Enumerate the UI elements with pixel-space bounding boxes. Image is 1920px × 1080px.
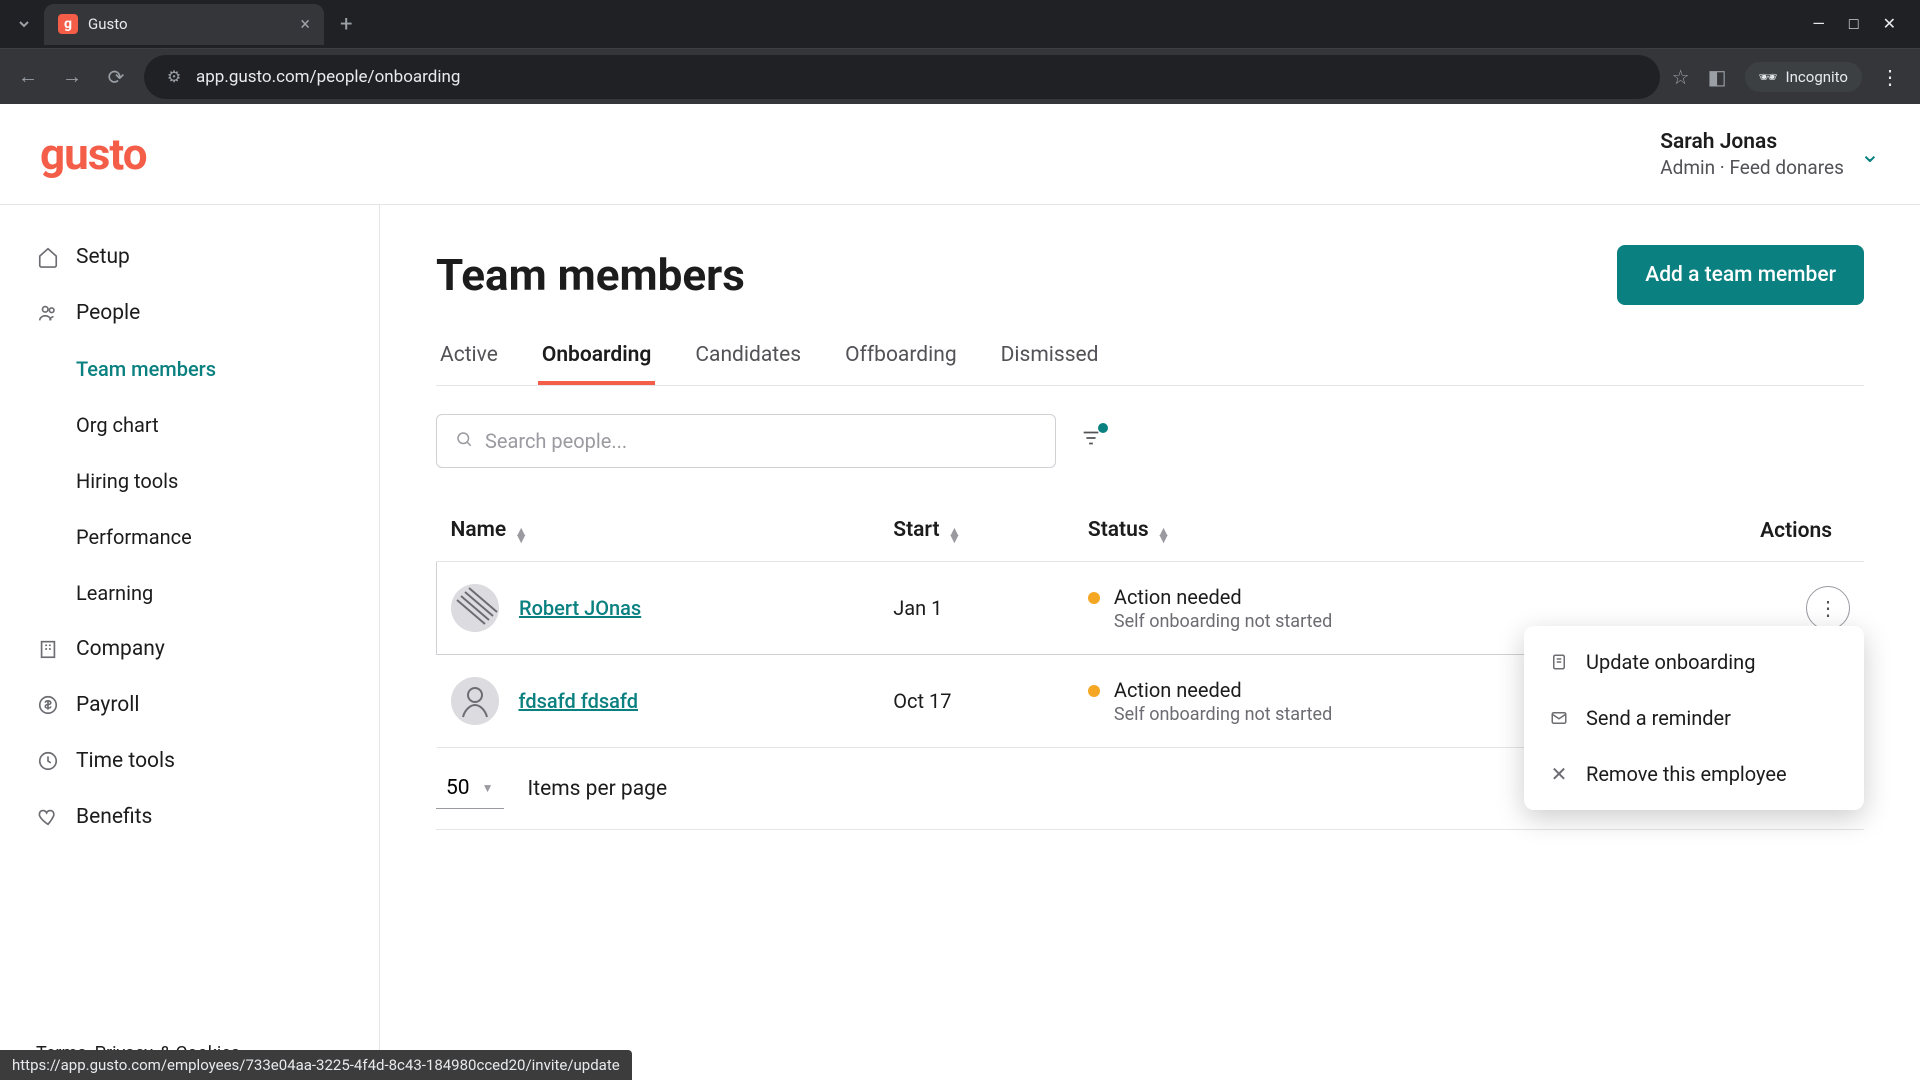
- column-status[interactable]: Status▲▼: [1074, 500, 1625, 562]
- tab-offboarding[interactable]: Offboarding: [841, 329, 961, 385]
- window-controls: — □ ✕: [1812, 14, 1912, 34]
- tab-title: Gusto: [88, 15, 290, 33]
- tab-dismissed[interactable]: Dismissed: [997, 329, 1103, 385]
- page-size-label: Items per page: [528, 777, 668, 801]
- sidebar-item-payroll[interactable]: Payroll: [0, 677, 379, 733]
- sort-icon: ▲▼: [514, 529, 528, 543]
- minimize-icon[interactable]: —: [1812, 14, 1825, 34]
- close-icon: ✕: [1548, 762, 1570, 786]
- tab-candidates[interactable]: Candidates: [691, 329, 805, 385]
- mail-icon: [1548, 709, 1570, 727]
- url-text: app.gusto.com/people/onboarding: [196, 67, 460, 87]
- tab-active[interactable]: Active: [436, 329, 502, 385]
- column-name[interactable]: Name▲▼: [437, 500, 880, 562]
- browser-tab-bar: g Gusto × + — □ ✕: [0, 0, 1920, 48]
- column-actions: Actions: [1625, 500, 1864, 562]
- main-content: Team members Add a team member Active On…: [380, 205, 1920, 1080]
- site-info-icon[interactable]: ⚙: [162, 65, 186, 89]
- reload-button[interactable]: ⟳: [100, 61, 132, 93]
- gusto-logo[interactable]: gusto: [40, 128, 147, 180]
- filter-button[interactable]: [1080, 427, 1102, 455]
- sidebar-item-setup[interactable]: Setup: [0, 229, 379, 285]
- status-sub: Self onboarding not started: [1114, 704, 1332, 725]
- column-start[interactable]: Start▲▼: [879, 500, 1074, 562]
- tab-search-dropdown[interactable]: [8, 8, 40, 40]
- maximize-icon[interactable]: □: [1849, 14, 1859, 34]
- search-box[interactable]: [436, 414, 1056, 468]
- table-row: Robert JOnas Jan 1 Action needed Self on…: [437, 562, 1865, 655]
- sidebar-item-team-members[interactable]: Team members: [0, 341, 379, 397]
- status-label: Action needed: [1114, 678, 1332, 702]
- avatar: [451, 584, 499, 632]
- tabs: Active Onboarding Candidates Offboarding…: [436, 329, 1864, 386]
- url-box[interactable]: ⚙ app.gusto.com/people/onboarding: [144, 55, 1660, 99]
- forward-button[interactable]: →: [56, 61, 88, 93]
- sidebar-item-learning[interactable]: Learning: [0, 565, 379, 621]
- sort-icon: ▲▼: [948, 529, 962, 543]
- status-dot-icon: [1088, 685, 1100, 697]
- sidebar-item-people[interactable]: People: [0, 285, 379, 341]
- incognito-badge[interactable]: 🕶 Incognito: [1745, 62, 1863, 92]
- browser-tab[interactable]: g Gusto ×: [44, 4, 324, 45]
- sidebar-item-benefits[interactable]: Benefits: [0, 789, 379, 845]
- sidebar-item-company[interactable]: Company: [0, 621, 379, 677]
- page-size-select[interactable]: 50 ▼: [436, 768, 504, 809]
- user-menu[interactable]: Sarah Jonas Admin · Feed donares ⌄: [1660, 130, 1880, 179]
- panel-icon[interactable]: ◧: [1708, 65, 1727, 89]
- member-name-link[interactable]: fdsafd fdsafd: [519, 689, 639, 713]
- home-icon: [36, 245, 60, 269]
- filter-active-dot: [1098, 423, 1108, 433]
- row-actions-button[interactable]: ⋮: [1806, 586, 1850, 630]
- avatar: [451, 677, 499, 725]
- dropdown-remove-employee[interactable]: ✕ Remove this employee: [1524, 746, 1864, 802]
- back-button[interactable]: ←: [12, 61, 44, 93]
- add-team-member-button[interactable]: Add a team member: [1617, 245, 1864, 305]
- sidebar-item-hiring-tools[interactable]: Hiring tools: [0, 453, 379, 509]
- start-date: Jan 1: [879, 562, 1074, 655]
- member-name-link[interactable]: Robert JOnas: [519, 596, 641, 620]
- new-tab-button[interactable]: +: [328, 12, 364, 37]
- actions-dropdown: Update onboarding Send a reminder ✕ Remo…: [1524, 626, 1864, 810]
- search-icon: [455, 430, 473, 453]
- chevron-down-icon: ⌄: [1860, 140, 1880, 168]
- gusto-favicon-icon: g: [58, 14, 78, 34]
- hover-url-tooltip: https://app.gusto.com/employees/733e04aa…: [0, 1050, 632, 1080]
- document-icon: [1548, 653, 1570, 671]
- user-role: Admin · Feed donares: [1660, 156, 1844, 179]
- team-table: Name▲▼ Start▲▼ Status▲▼ Actions: [436, 500, 1864, 748]
- dropdown-send-reminder[interactable]: Send a reminder: [1524, 690, 1864, 746]
- sort-icon: ▲▼: [1157, 529, 1171, 543]
- close-tab-icon[interactable]: ×: [300, 14, 310, 35]
- sidebar-item-performance[interactable]: Performance: [0, 509, 379, 565]
- browser-menu-icon[interactable]: ⋮: [1880, 65, 1900, 89]
- status-dot-icon: [1088, 592, 1100, 604]
- caret-down-icon: ▼: [482, 781, 494, 795]
- clock-icon: [36, 749, 60, 773]
- search-input[interactable]: [485, 429, 1037, 453]
- heart-icon: [36, 805, 60, 829]
- sidebar-item-time-tools[interactable]: Time tools: [0, 733, 379, 789]
- user-name: Sarah Jonas: [1660, 130, 1844, 154]
- bookmark-icon[interactable]: ☆: [1672, 65, 1690, 89]
- dropdown-update-onboarding[interactable]: Update onboarding: [1524, 634, 1864, 690]
- building-icon: [36, 637, 60, 661]
- address-bar: ← → ⟳ ⚙ app.gusto.com/people/onboarding …: [0, 48, 1920, 104]
- incognito-icon: 🕶: [1759, 68, 1778, 86]
- app-header: gusto Sarah Jonas Admin · Feed donares ⌄: [0, 104, 1920, 205]
- sidebar-item-org-chart[interactable]: Org chart: [0, 397, 379, 453]
- sidebar: Setup People Team members Org chart Hiri…: [0, 205, 380, 1080]
- tab-onboarding[interactable]: Onboarding: [538, 329, 656, 385]
- close-window-icon[interactable]: ✕: [1883, 14, 1896, 34]
- status-sub: Self onboarding not started: [1114, 611, 1332, 632]
- page-title: Team members: [436, 249, 745, 301]
- dollar-icon: [36, 693, 60, 717]
- people-icon: [36, 301, 60, 325]
- start-date: Oct 17: [879, 655, 1074, 748]
- status-label: Action needed: [1114, 585, 1332, 609]
